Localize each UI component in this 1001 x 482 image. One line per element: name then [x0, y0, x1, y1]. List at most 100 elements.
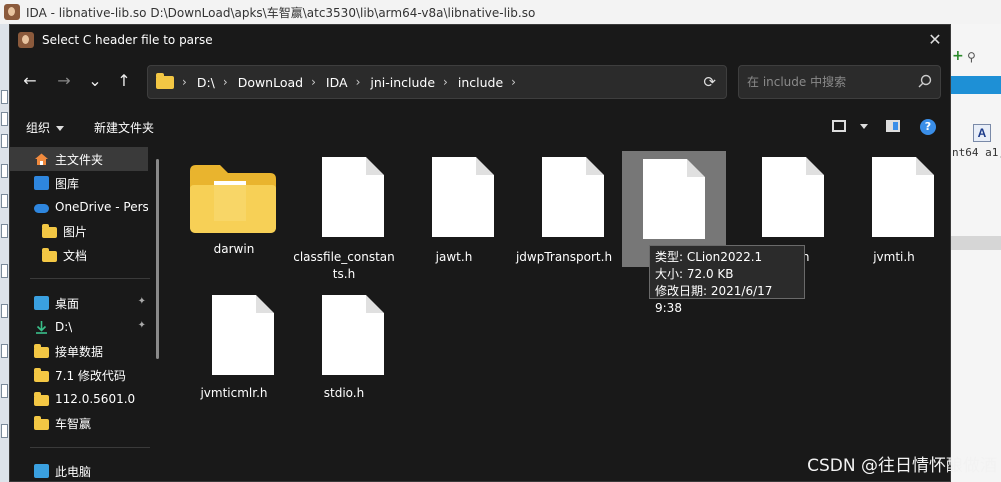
- tooltip-size: 大小: 72.0 KB: [655, 267, 734, 281]
- organize-menu[interactable]: 组织: [26, 119, 65, 136]
- sidebar-item-chezhiying[interactable]: 车智赢: [10, 411, 148, 435]
- organize-label: 组织: [26, 121, 51, 135]
- up-button[interactable]: ↑: [112, 69, 136, 93]
- file-name: classfile_constants.h: [293, 250, 395, 281]
- file-icon: [872, 157, 934, 237]
- sidebar-item-label: 此电脑: [55, 464, 92, 479]
- file-open-dialog: Select C header file to parse ✕ ← → ⌄ ↑ …: [9, 24, 951, 482]
- ida-strings-button[interactable]: A: [973, 124, 991, 142]
- folder-icon: [42, 248, 57, 262]
- sidebar-scrollbar[interactable]: [156, 159, 159, 359]
- recent-locations-button[interactable]: ⌄: [83, 69, 107, 93]
- breadcrumb-drive[interactable]: D:\: [197, 75, 215, 90]
- ida-strip-mark: [1, 224, 8, 238]
- sidebar-item-label: 主文件夹: [55, 152, 104, 167]
- ida-right-panel: + ⚲ A nt64 a1,: [950, 24, 1001, 482]
- pin-icon[interactable]: ✦: [138, 296, 146, 307]
- file-name: jvmticmlr.h: [200, 386, 268, 400]
- sidebar-item-version-folder[interactable]: 112.0.5601.0: [10, 387, 148, 411]
- close-button[interactable]: ✕: [924, 29, 946, 51]
- home-icon: [35, 153, 48, 165]
- file-item[interactable]: jdwpTransport.h: [512, 151, 616, 281]
- folder-icon: [34, 392, 49, 406]
- file-icon: [322, 295, 384, 375]
- forward-button[interactable]: →: [52, 69, 76, 93]
- chevron-right-icon[interactable]: ›: [511, 75, 516, 89]
- sidebar-item-home[interactable]: 主文件夹: [10, 147, 148, 171]
- file-item[interactable]: jvmticmlr.h: [182, 289, 286, 419]
- chevron-down-icon: [56, 126, 65, 131]
- dialog-title: Select C header file to parse: [42, 33, 213, 47]
- sidebar-item-jiedan[interactable]: 接单数据: [10, 339, 148, 363]
- file-item[interactable]: classfile_constants.h: [292, 151, 396, 281]
- sidebar-divider: [30, 278, 150, 279]
- folder-icon: [34, 368, 49, 382]
- download-icon: [36, 321, 47, 334]
- breadcrumb-jni-include[interactable]: jni-include: [370, 75, 435, 90]
- sidebar-item-label: D:\: [55, 320, 73, 334]
- sidebar-item-desktop[interactable]: 桌面 ✦: [10, 291, 148, 315]
- breadcrumb-ida[interactable]: IDA: [326, 75, 348, 90]
- breadcrumb-download[interactable]: DownLoad: [238, 75, 303, 90]
- ida-gray-band: [950, 236, 1001, 250]
- ida-code-snippet: nt64 a1,: [952, 146, 1001, 159]
- ida-strip-mark: [1, 90, 8, 104]
- file-icon: [762, 157, 824, 237]
- sidebar-item-onedrive[interactable]: OneDrive - Pers: [10, 195, 148, 219]
- view-options-dropdown[interactable]: [854, 119, 868, 133]
- pc-icon: [34, 464, 49, 478]
- watermark: CSDN @往日情怀酿做酒: [807, 456, 997, 476]
- help-icon[interactable]: ?: [920, 119, 936, 135]
- file-name: stdio.h: [323, 386, 365, 400]
- ida-strip-mark: [1, 304, 8, 318]
- preview-pane-icon[interactable]: [886, 120, 900, 132]
- folder-icon: [34, 416, 49, 430]
- search-box[interactable]: [738, 65, 941, 99]
- navigation-bar: ← → ⌄ ↑ › D:\ › DownLoad › IDA › jni-inc…: [10, 63, 950, 99]
- file-name: jvmti.h: [873, 250, 915, 264]
- file-item[interactable]: jvmti.h: [842, 151, 946, 281]
- breadcrumb-include[interactable]: include: [458, 75, 503, 90]
- sidebar-item-label: 接单数据: [55, 344, 104, 359]
- sidebar-item-gallery[interactable]: 图库: [10, 171, 148, 195]
- sidebar-item-drive-d[interactable]: D:\ ✦: [10, 315, 148, 339]
- view-mode-icon[interactable]: [832, 120, 846, 132]
- file-name: darwin: [213, 242, 255, 256]
- gallery-icon: [34, 176, 49, 190]
- chevron-right-icon[interactable]: ›: [223, 75, 228, 89]
- back-button[interactable]: ←: [18, 69, 42, 93]
- folder-icon: [42, 224, 57, 238]
- sidebar-item-label: OneDrive - Pers: [55, 200, 148, 214]
- file-item[interactable]: stdio.h: [292, 289, 396, 419]
- ida-tool-icon[interactable]: ⚲: [967, 50, 976, 64]
- desktop-icon: [34, 296, 49, 310]
- file-tooltip: 类型: CLion2022.1 大小: 72.0 KB 修改日期: 2021/6…: [649, 245, 805, 315]
- file-icon: [643, 159, 705, 239]
- folder-icon: [190, 165, 276, 233]
- app-icon: [18, 32, 34, 48]
- chevron-right-icon[interactable]: ›: [443, 75, 448, 89]
- tooltip-type: 类型: CLion2022.1: [655, 250, 763, 264]
- search-input[interactable]: [747, 73, 907, 91]
- sidebar-item-pictures[interactable]: 图片: [10, 219, 148, 243]
- ida-left-strip: [0, 24, 9, 482]
- command-bar: 组织 新建文件夹 ?: [10, 112, 950, 142]
- ida-add-icon[interactable]: +: [952, 48, 964, 64]
- sidebar-item-modify-code[interactable]: 7.1 修改代码: [10, 363, 148, 387]
- new-folder-button[interactable]: 新建文件夹: [94, 119, 154, 136]
- navigation-pane: 主文件夹 图库 OneDrive - Pers 图片 文档 桌面 ✦ D:\ ✦: [10, 147, 160, 481]
- refresh-button[interactable]: ⟳: [703, 73, 716, 91]
- chevron-right-icon[interactable]: ›: [182, 75, 187, 89]
- chevron-right-icon[interactable]: ›: [311, 75, 316, 89]
- file-item-folder[interactable]: darwin: [182, 151, 286, 281]
- sidebar-item-documents[interactable]: 文档: [10, 243, 148, 267]
- chevron-right-icon[interactable]: ›: [356, 75, 361, 89]
- search-icon[interactable]: [918, 74, 932, 88]
- cloud-icon: [34, 204, 49, 213]
- address-bar[interactable]: › D:\ › DownLoad › IDA › jni-include › i…: [147, 65, 727, 99]
- sidebar-item-label: 7.1 修改代码: [55, 368, 126, 383]
- pin-icon[interactable]: ✦: [138, 320, 146, 331]
- file-item[interactable]: jawt.h: [402, 151, 506, 281]
- sidebar-item-this-pc[interactable]: 此电脑: [10, 459, 148, 481]
- ida-app-icon: [4, 4, 20, 20]
